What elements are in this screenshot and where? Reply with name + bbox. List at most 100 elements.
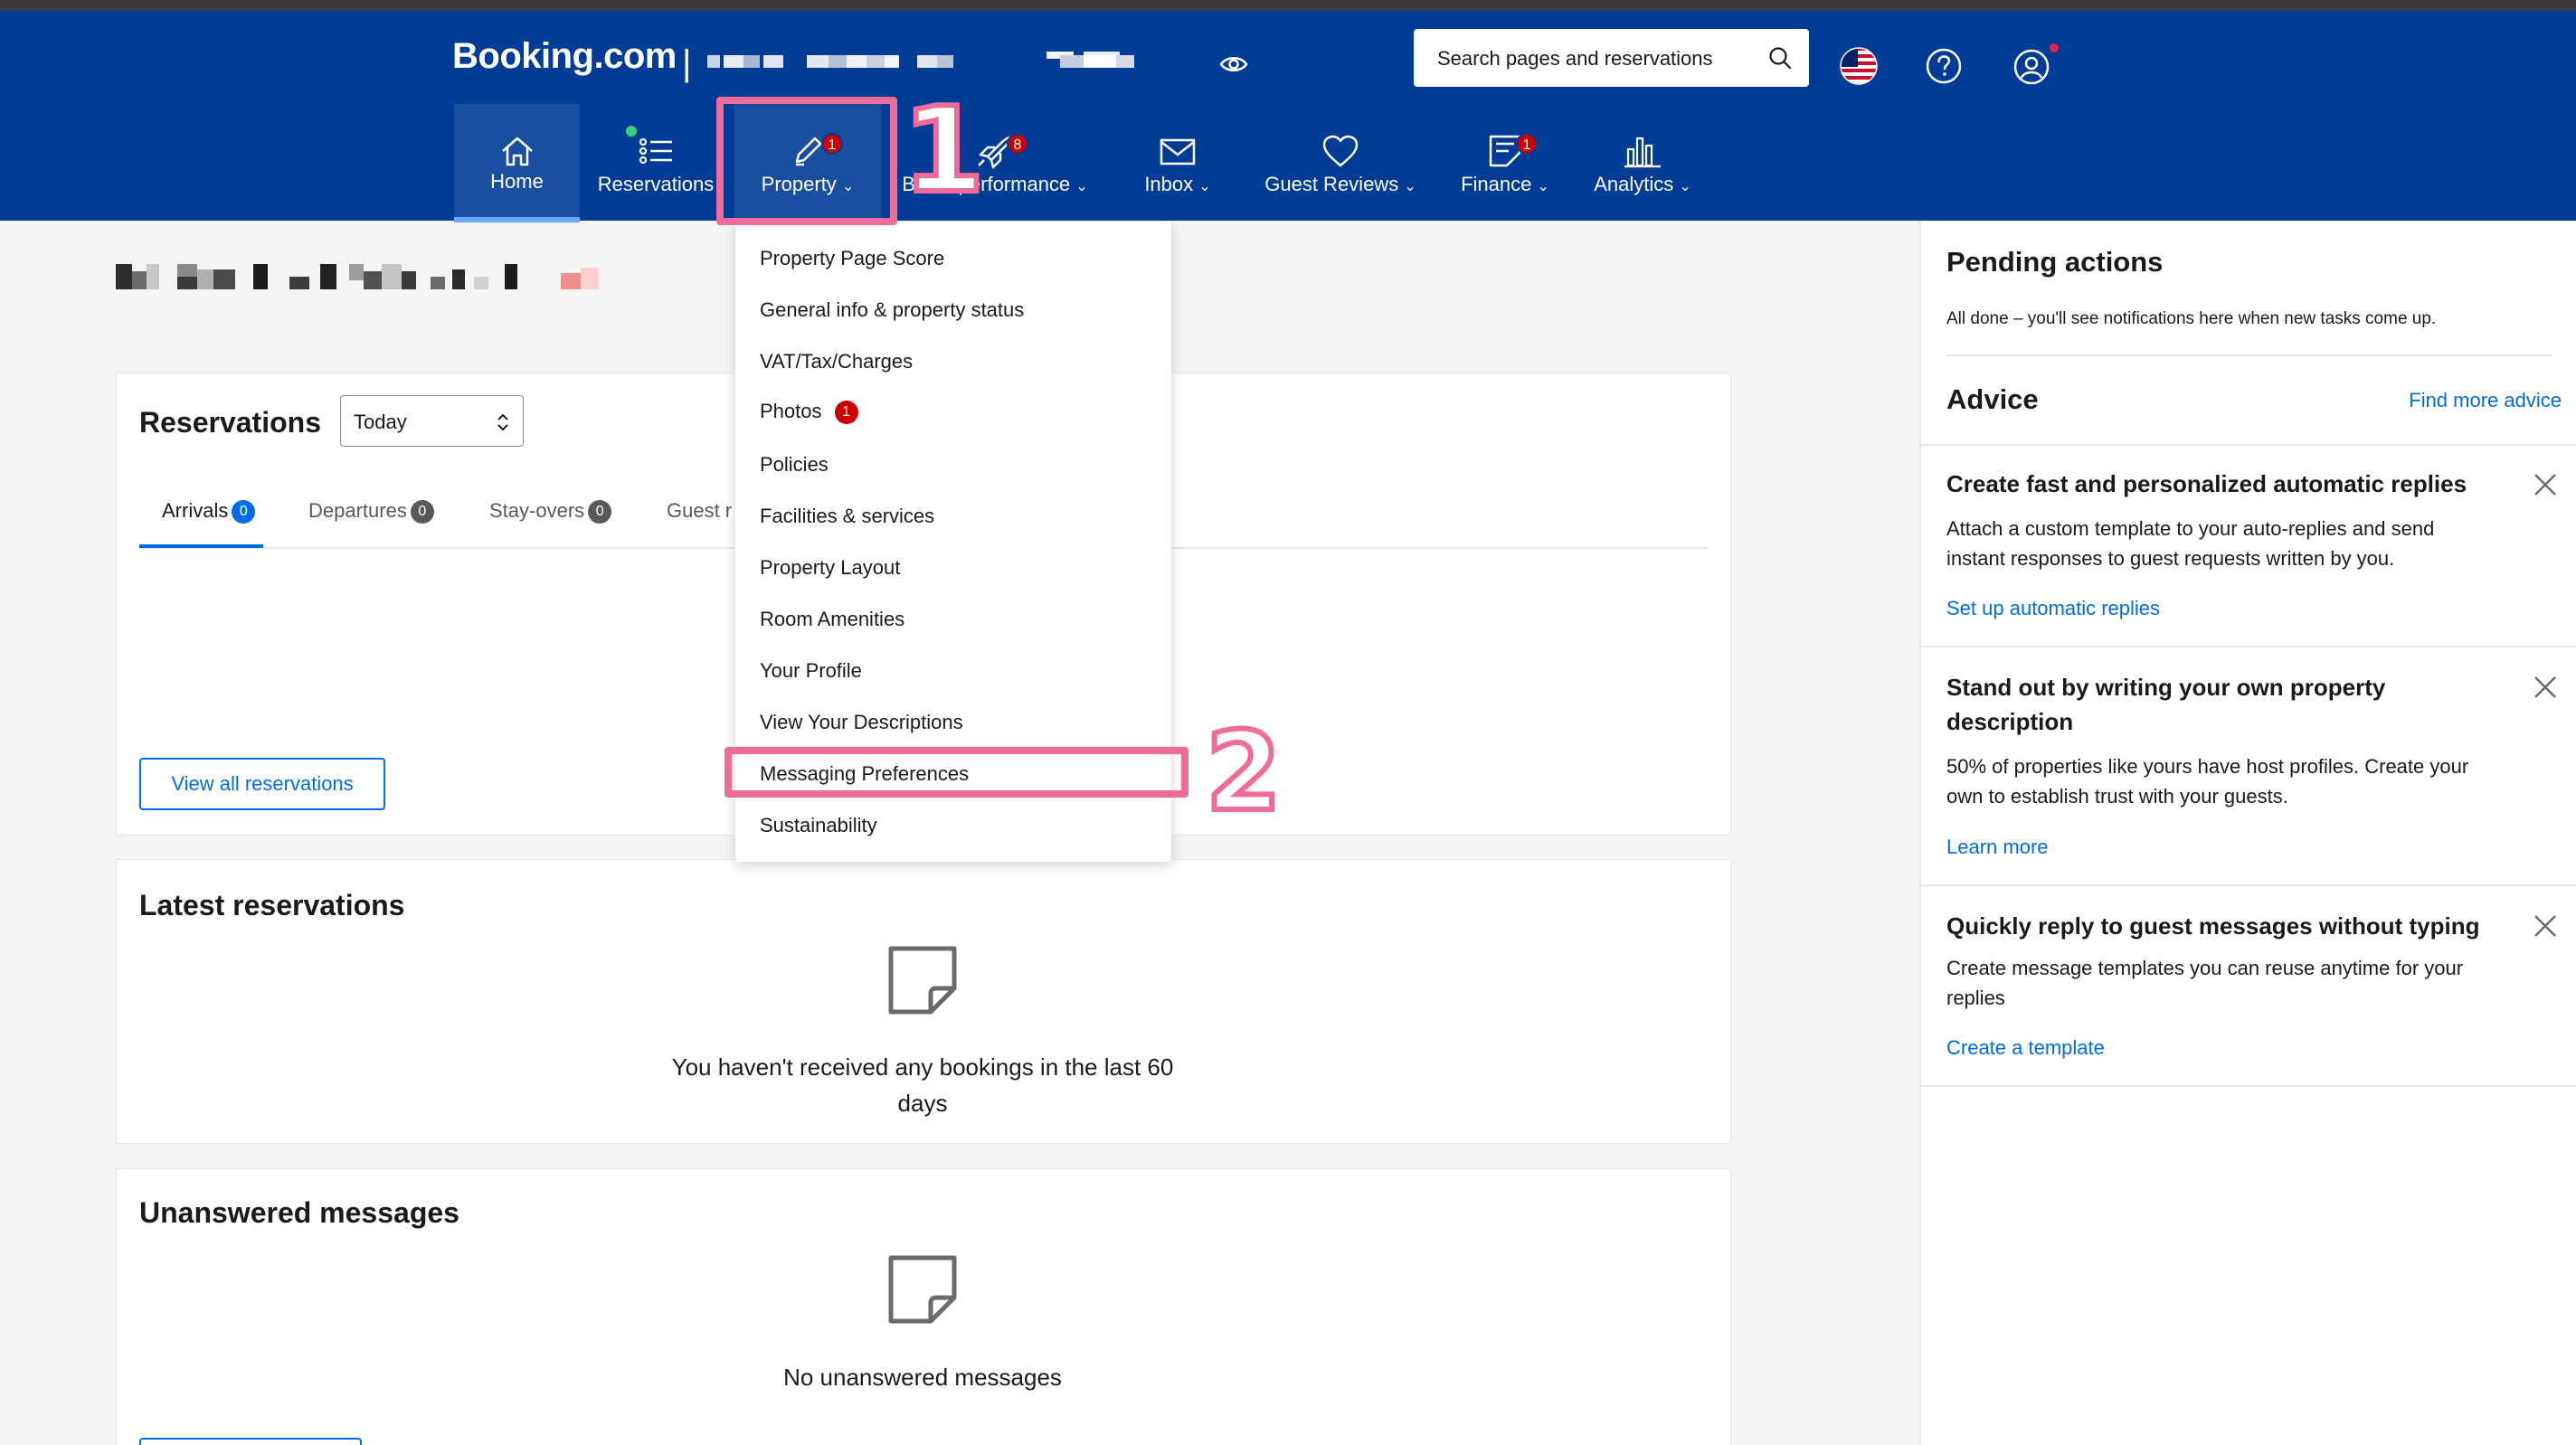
home-icon bbox=[501, 137, 533, 166]
nav-home-label: Home bbox=[490, 170, 544, 193]
nav-inbox-label: Inbox ⌄ bbox=[1127, 173, 1228, 196]
search-box[interactable]: Search pages and reservations bbox=[1414, 29, 1809, 87]
advice-card-title-line: description bbox=[1946, 708, 2074, 735]
empty-note-icon bbox=[888, 946, 957, 1015]
highlight-property-nav bbox=[716, 97, 897, 225]
tab-departures-label: Departures bbox=[308, 499, 407, 522]
partial-button[interactable] bbox=[139, 1438, 362, 1445]
advice-card-line: own to establish trust with your guests. bbox=[1946, 785, 2288, 808]
boost-badge: 8 bbox=[1007, 133, 1028, 155]
divider bbox=[1921, 884, 2576, 886]
advice-title: Advice bbox=[1946, 383, 2039, 415]
account-icon[interactable] bbox=[2012, 40, 2062, 90]
new-dot bbox=[626, 126, 637, 137]
highlight-messaging-preferences bbox=[724, 747, 1189, 798]
nav-analytics-label: Analytics ⌄ bbox=[1577, 173, 1708, 196]
pending-actions-text: All done – you'll see notifications here… bbox=[1946, 309, 2437, 328]
menu-item-facilities-services[interactable]: Facilities & services bbox=[760, 505, 934, 528]
advice-card-line: instant responses to guest requests writ… bbox=[1946, 547, 2395, 570]
nav-finance[interactable]: 1 Finance ⌄ bbox=[1447, 104, 1563, 220]
nav-home[interactable]: Home bbox=[454, 104, 580, 222]
unanswered-messages-title: Unanswered messages bbox=[139, 1196, 459, 1229]
active-tab-indicator bbox=[139, 544, 263, 548]
right-sidebar: Pending actions All done – you'll see no… bbox=[1919, 221, 2576, 1445]
mail-icon bbox=[1160, 138, 1196, 165]
divider bbox=[1921, 646, 2576, 647]
advice-card-line: Create message templates you can reuse a… bbox=[1946, 957, 2464, 979]
unanswered-empty-message: No unanswered messages bbox=[783, 1364, 1062, 1391]
list-icon bbox=[639, 137, 672, 165]
latest-empty-message: You haven't received any bookings in the… bbox=[597, 1049, 1248, 1121]
top-header: Booking.com | Search pages and reservati… bbox=[0, 11, 2576, 222]
menu-item-sustainability[interactable]: Sustainability bbox=[760, 814, 877, 837]
tab-arrivals-label: Arrivals bbox=[162, 499, 229, 522]
menu-item-photos[interactable]: Photos 1 bbox=[760, 400, 858, 425]
advice-card-title: Stand out by writing your own property d… bbox=[1946, 670, 2507, 739]
tab-guest-requests-label: Guest r bbox=[667, 499, 733, 522]
create-template-link[interactable]: Create a template bbox=[1946, 1036, 2105, 1060]
arrivals-count: 0 bbox=[232, 500, 256, 524]
pending-actions-title: Pending actions bbox=[1946, 246, 2164, 278]
sort-arrows-icon bbox=[497, 413, 508, 431]
step-1-marker: 1 bbox=[900, 79, 988, 222]
nav-finance-label: Finance ⌄ bbox=[1447, 173, 1563, 196]
finance-badge: 1 bbox=[1516, 133, 1538, 155]
chevron-down-icon: ⌄ bbox=[1537, 179, 1549, 194]
reservations-title: Reservations bbox=[139, 406, 321, 439]
us-flag-icon[interactable] bbox=[1840, 47, 1878, 85]
nav-guest-reviews-label: Guest Reviews ⌄ bbox=[1250, 173, 1431, 196]
step-2-marker: 2 bbox=[1203, 707, 1283, 838]
latest-empty-line2: days bbox=[897, 1090, 948, 1117]
chevron-down-icon: ⌄ bbox=[1198, 179, 1211, 194]
nav-reservations[interactable]: Reservations bbox=[592, 104, 719, 220]
learn-more-link[interactable]: Learn more bbox=[1946, 836, 2049, 859]
close-icon[interactable] bbox=[2533, 675, 2558, 700]
latest-reservations-title: Latest reservations bbox=[139, 889, 405, 921]
set-up-automatic-replies-link[interactable]: Set up automatic replies bbox=[1946, 597, 2160, 620]
chevron-down-icon: ⌄ bbox=[1075, 179, 1088, 194]
tab-arrivals[interactable]: Arrivals 0 bbox=[162, 499, 256, 524]
nav-guest-reviews-text: Guest Reviews bbox=[1264, 173, 1399, 195]
search-icon[interactable] bbox=[1767, 45, 1793, 71]
redacted-property-name bbox=[707, 46, 1187, 71]
advice-card-text: Attach a custom template to your auto-re… bbox=[1946, 514, 2434, 573]
photos-badge: 1 bbox=[834, 401, 858, 425]
nav-analytics[interactable]: Analytics ⌄ bbox=[1577, 104, 1708, 220]
close-icon[interactable] bbox=[2533, 913, 2558, 939]
nav-inbox-text: Inbox bbox=[1144, 173, 1194, 195]
tab-departures[interactable]: Departures 0 bbox=[308, 499, 434, 524]
menu-item-view-descriptions[interactable]: View Your Descriptions bbox=[760, 711, 963, 734]
booking-logo[interactable]: Booking.com bbox=[452, 36, 677, 77]
menu-item-policies[interactable]: Policies bbox=[760, 453, 829, 477]
chevron-down-icon: ⌄ bbox=[1679, 179, 1691, 194]
help-icon[interactable] bbox=[1925, 47, 1963, 85]
advice-card-title-line: Stand out by writing your own property bbox=[1946, 674, 2386, 701]
nav-inbox[interactable]: Inbox ⌄ bbox=[1127, 104, 1228, 220]
menu-item-photos-label: Photos bbox=[760, 400, 822, 422]
date-select[interactable]: Today bbox=[340, 395, 524, 447]
nav-analytics-text: Analytics bbox=[1594, 173, 1674, 195]
nav-finance-text: Finance bbox=[1461, 173, 1532, 195]
redacted-pixels bbox=[116, 264, 599, 289]
heart-icon bbox=[1322, 135, 1359, 167]
close-icon[interactable] bbox=[2533, 472, 2558, 497]
departures-count: 0 bbox=[410, 500, 434, 524]
menu-item-property-layout[interactable]: Property Layout bbox=[760, 556, 900, 580]
view-all-reservations-button[interactable]: View all reservations bbox=[139, 758, 385, 810]
nav-reservations-label: Reservations bbox=[597, 173, 715, 195]
nav-guest-reviews[interactable]: Guest Reviews ⌄ bbox=[1250, 104, 1431, 220]
menu-item-your-profile[interactable]: Your Profile bbox=[760, 659, 862, 683]
menu-item-room-amenities[interactable]: Room Amenities bbox=[760, 608, 904, 631]
menu-item-general-info[interactable]: General info & property status bbox=[760, 298, 1024, 322]
find-more-advice-link[interactable]: Find more advice bbox=[2409, 389, 2562, 412]
empty-note-icon bbox=[888, 1255, 957, 1324]
advice-card-text: 50% of properties like yours have host p… bbox=[1946, 751, 2468, 811]
eye-icon[interactable] bbox=[1219, 54, 1248, 74]
tab-guest-requests[interactable]: Guest r bbox=[667, 499, 732, 523]
view-all-label: View all reservations bbox=[171, 772, 354, 795]
redacted-pixels bbox=[707, 46, 1134, 68]
menu-item-property-page-score[interactable]: Property Page Score bbox=[760, 247, 944, 270]
tab-stay-overs[interactable]: Stay-overs 0 bbox=[489, 499, 612, 524]
chevron-down-icon: ⌄ bbox=[1404, 179, 1416, 194]
menu-item-vat-tax-charges[interactable]: VAT/Tax/Charges bbox=[760, 350, 913, 373]
